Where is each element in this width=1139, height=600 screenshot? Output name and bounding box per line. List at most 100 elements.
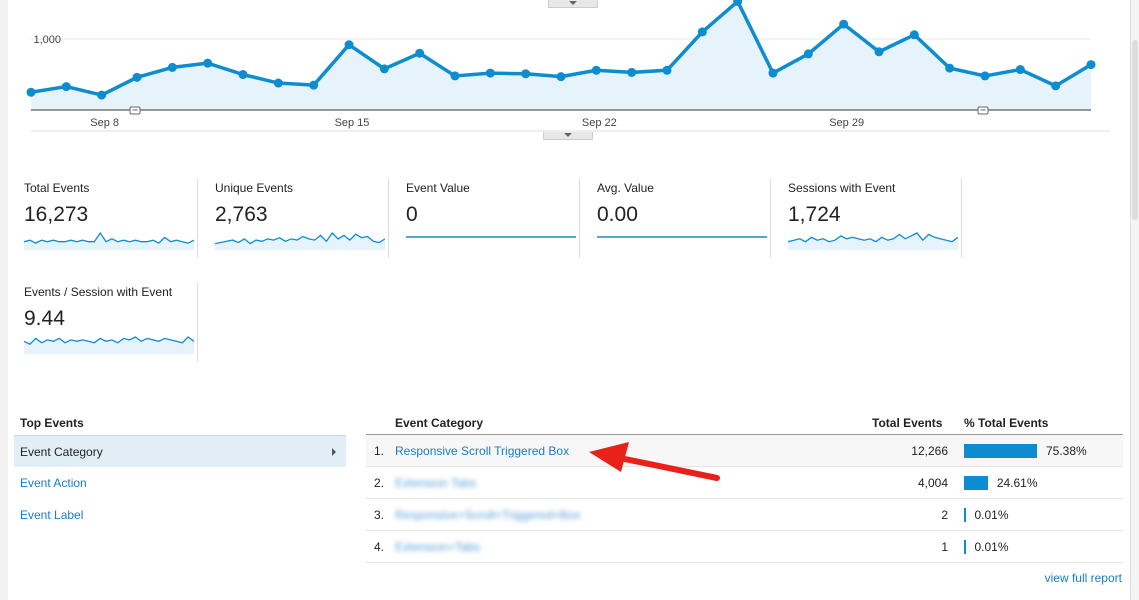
- metric-label: Sessions with Event: [788, 181, 896, 195]
- metric-label: Events / Session with Event: [24, 285, 173, 299]
- chart-point[interactable]: [485, 68, 495, 78]
- metric-avg-value[interactable]: Avg. Value 0.00: [581, 178, 771, 258]
- metric-label: Event Value: [406, 181, 470, 195]
- chart-point[interactable]: [556, 72, 566, 82]
- percent-value: 75.38%: [1046, 444, 1087, 458]
- main-line-chart: 1,000 Sep 8 Sep 15 Sep 22 Sep 29: [26, 0, 1110, 132]
- chart-point[interactable]: [97, 90, 107, 100]
- total-events-value: 1: [941, 540, 948, 554]
- chart-point[interactable]: [1086, 60, 1096, 70]
- chart-point[interactable]: [132, 72, 142, 82]
- x-tick-label: Sep 15: [335, 117, 370, 129]
- top-events-item-event-label[interactable]: Event Label: [14, 499, 346, 531]
- metric-value: 16,273: [24, 203, 89, 226]
- metric-divider: [197, 178, 198, 258]
- x-tick-label: Sep 29: [829, 117, 864, 129]
- metric-value: 1,724: [788, 203, 841, 226]
- chart-point[interactable]: [662, 65, 672, 75]
- event-category-link[interactable]: Responsive Scroll Triggered Box: [395, 444, 569, 458]
- metric-divider: [579, 178, 580, 258]
- chevron-right-icon: [332, 448, 336, 456]
- metric-label: Avg. Value: [597, 181, 654, 195]
- chart-top-resize-handle[interactable]: [548, 0, 598, 8]
- metric-sparkline: [24, 336, 194, 354]
- event-category-link[interactable]: Extension+Tabs: [395, 540, 480, 554]
- annotation-icon[interactable]: [129, 106, 141, 115]
- chart-point[interactable]: [415, 48, 425, 58]
- row-number: 1.: [374, 444, 385, 458]
- scrollbar-thumb[interactable]: [1132, 40, 1138, 220]
- column-header-total-events[interactable]: Total Events: [872, 416, 942, 430]
- chart-point[interactable]: [167, 62, 177, 72]
- top-events-item-label: Event Action: [20, 476, 87, 490]
- event-category-link[interactable]: Extension Tabs: [395, 476, 476, 490]
- event-category-link[interactable]: Responsive+Scroll+Triggered+Box: [395, 508, 580, 522]
- chart-point[interactable]: [203, 58, 213, 68]
- chart-point[interactable]: [803, 49, 813, 59]
- chart-point[interactable]: [309, 80, 319, 90]
- chart-point[interactable]: [238, 70, 248, 80]
- total-events-value: 4,004: [917, 476, 948, 490]
- chart-point[interactable]: [379, 64, 389, 74]
- annotation-icon[interactable]: [977, 106, 989, 115]
- table-row: 4. Extension+Tabs 1 0.01%: [366, 531, 1123, 563]
- percent-value: 0.01%: [974, 540, 1009, 554]
- table-row: 3. Responsive+Scroll+Triggered+Box 2 0.0…: [366, 499, 1123, 531]
- arrow-head: [589, 442, 629, 472]
- table-row: 2. Extension Tabs 4,004 24.61%: [366, 467, 1123, 499]
- percent-bar: [964, 476, 988, 490]
- vertical-scrollbar[interactable]: [1130, 0, 1139, 600]
- metric-sparkline: [597, 236, 767, 238]
- metric-unique-events[interactable]: Unique Events 2,763: [199, 178, 389, 258]
- chart-area: [31, 1, 1091, 110]
- chart-point[interactable]: [839, 19, 849, 29]
- metric-sessions-with-event[interactable]: Sessions with Event 1,724: [772, 178, 962, 258]
- view-full-report-link[interactable]: view full report: [1045, 571, 1122, 585]
- metric-divider: [197, 282, 198, 362]
- top-events-item-event-category[interactable]: Event Category: [14, 435, 346, 467]
- row-number: 4.: [374, 540, 385, 554]
- chart-point[interactable]: [591, 65, 601, 75]
- chart-point[interactable]: [768, 68, 778, 78]
- red-arrow-annotation: [589, 442, 720, 481]
- metric-event-value[interactable]: Event Value 0: [390, 178, 580, 258]
- chart-point[interactable]: [909, 30, 919, 40]
- metric-total-events[interactable]: Total Events 16,273: [8, 178, 198, 258]
- chart-resize-handle[interactable]: [543, 132, 593, 140]
- top-events-item-label: Event Label: [20, 508, 84, 522]
- x-tick-label: Sep 8: [90, 117, 119, 129]
- metric-sparkline: [406, 236, 576, 238]
- metric-value: 2,763: [215, 203, 268, 226]
- percent-bar: [964, 540, 966, 554]
- chart-point[interactable]: [1051, 81, 1061, 91]
- top-events-item-event-action[interactable]: Event Action: [14, 467, 346, 499]
- row-number: 2.: [374, 476, 385, 490]
- chart-point[interactable]: [874, 47, 884, 57]
- metric-events-per-session[interactable]: Events / Session with Event 9.44: [8, 282, 198, 362]
- chart-point[interactable]: [450, 71, 460, 81]
- metric-value: 9.44: [24, 307, 65, 330]
- column-header-pct-total-events[interactable]: % Total Events: [964, 416, 1048, 430]
- chart-point[interactable]: [627, 67, 637, 77]
- total-events-value: 2: [941, 508, 948, 522]
- chart-point[interactable]: [1015, 65, 1025, 75]
- chart-point[interactable]: [273, 78, 283, 88]
- metric-value: 0: [406, 203, 418, 226]
- chart-point[interactable]: [980, 71, 990, 81]
- metric-sparkline: [788, 232, 958, 250]
- chart-point[interactable]: [945, 63, 955, 73]
- top-events-item-label: Event Category: [20, 445, 103, 459]
- metric-value: 0.00: [597, 203, 638, 226]
- column-header-event-category[interactable]: Event Category: [395, 416, 483, 430]
- percent-bar: [964, 508, 966, 522]
- metric-label: Total Events: [24, 181, 90, 195]
- chart-point[interactable]: [344, 40, 354, 50]
- x-tick-label: Sep 22: [582, 117, 617, 129]
- metric-divider: [388, 178, 389, 258]
- percent-bar: [964, 444, 1037, 458]
- chart-point[interactable]: [697, 27, 707, 37]
- metric-divider: [770, 178, 771, 258]
- chart-point[interactable]: [521, 69, 531, 79]
- chart-point[interactable]: [26, 87, 36, 97]
- chart-point[interactable]: [61, 82, 71, 92]
